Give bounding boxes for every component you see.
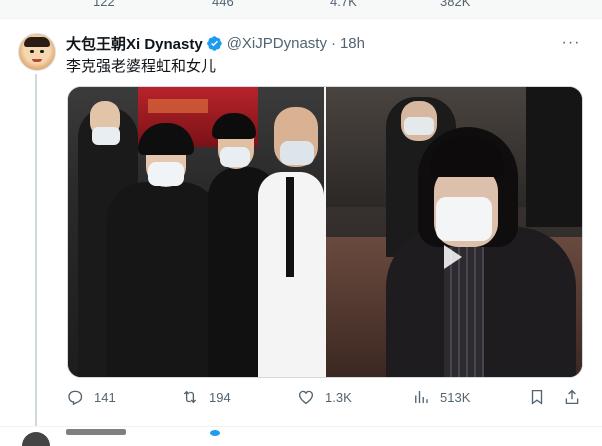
reply-icon xyxy=(68,390,83,406)
next-tweet-avatar xyxy=(22,432,50,446)
retweet-icon xyxy=(183,390,197,404)
thread-connector-line xyxy=(35,74,37,426)
tweet-header: 大包王朝Xi Dynasty @XiJPDynasty · 18h xyxy=(66,33,365,53)
author-handle[interactable]: @XiJPDynasty xyxy=(227,35,327,52)
bookmark-icon xyxy=(531,389,543,405)
tweet-media[interactable] xyxy=(67,86,583,378)
prev-likes-count[interactable]: 4.7K xyxy=(330,0,357,9)
prev-retweets-count[interactable]: 446 xyxy=(212,0,234,9)
views-count: 513K xyxy=(440,389,471,405)
avatar[interactable] xyxy=(18,33,56,71)
tweet-text: 李克强老婆程虹和女儿 xyxy=(66,58,217,75)
like-count: 1.3K xyxy=(325,389,352,405)
next-tweet-author-placeholder xyxy=(66,429,126,435)
bookmark-button[interactable] xyxy=(528,388,556,406)
retweet-button[interactable]: 194 xyxy=(181,388,231,406)
like-button[interactable]: 1.3K xyxy=(297,388,352,406)
share-icon xyxy=(565,389,579,405)
prev-views-count[interactable]: 382K xyxy=(440,0,470,9)
tweet-timestamp[interactable]: 18h xyxy=(340,35,365,52)
tweet-actions: 141 194 1.3K 513K xyxy=(66,388,586,408)
author-name[interactable]: 大包王朝Xi Dynasty xyxy=(66,33,203,54)
previous-tweet-actions: 122 446 4.7K 382K xyxy=(0,0,602,19)
reply-button[interactable]: 141 xyxy=(66,388,116,406)
views-chart-icon xyxy=(415,391,428,403)
media-photo-right[interactable] xyxy=(326,87,582,377)
media-photo-left[interactable] xyxy=(68,87,324,377)
reply-count: 141 xyxy=(94,389,116,405)
share-button[interactable] xyxy=(563,388,591,406)
heart-icon xyxy=(298,390,314,405)
next-tweet-verified-icon xyxy=(210,430,220,436)
views-button[interactable]: 513K xyxy=(412,388,470,406)
more-options-icon[interactable]: ··· xyxy=(561,33,581,53)
verified-badge-icon[interactable] xyxy=(206,35,223,52)
retweet-count: 194 xyxy=(209,389,231,405)
prev-replies-count[interactable]: 122 xyxy=(93,0,115,9)
header-separator: · xyxy=(330,34,336,52)
